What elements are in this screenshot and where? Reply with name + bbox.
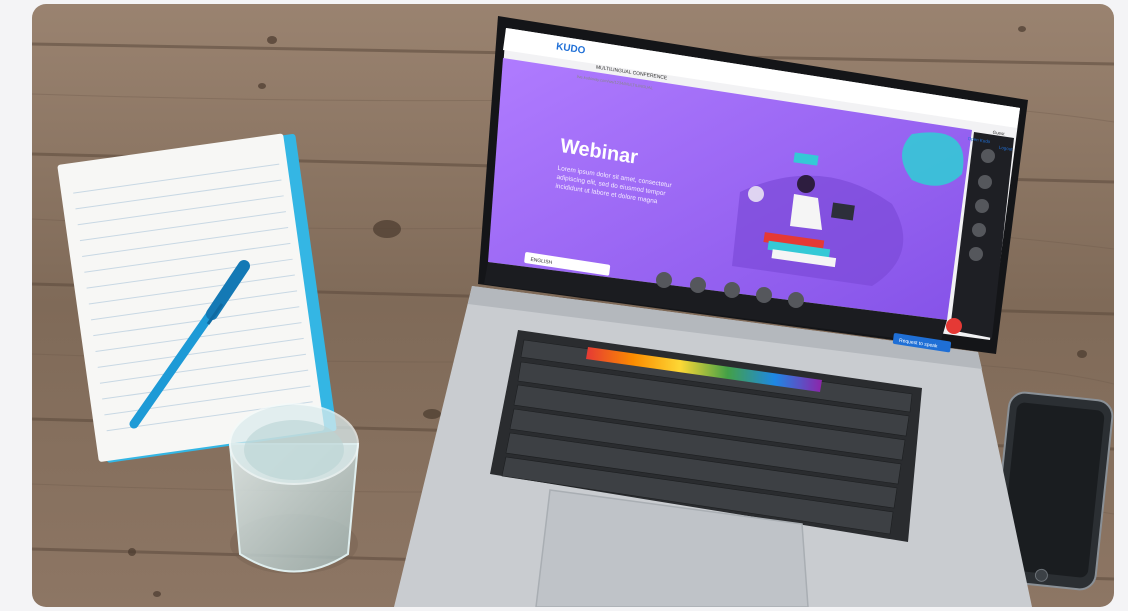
signal-icon[interactable] — [690, 277, 706, 293]
leave-icon[interactable] — [946, 318, 962, 334]
water-glass — [228, 403, 360, 574]
people-icon[interactable] — [969, 247, 983, 261]
mic-icon[interactable] — [724, 282, 740, 298]
notes-icon[interactable] — [972, 223, 986, 237]
photo-card: KUDO MULTILINGUAL CONFERENCE live.kudowa… — [32, 4, 1114, 607]
video-icon[interactable] — [978, 175, 992, 189]
chat-icon[interactable] — [981, 149, 995, 163]
camera-icon[interactable] — [756, 287, 772, 303]
document-icon[interactable] — [975, 199, 989, 213]
share-icon[interactable] — [788, 292, 804, 308]
workspace-photo: KUDO MULTILINGUAL CONFERENCE live.kudowa… — [32, 4, 1114, 607]
speaker-icon[interactable] — [656, 272, 672, 288]
